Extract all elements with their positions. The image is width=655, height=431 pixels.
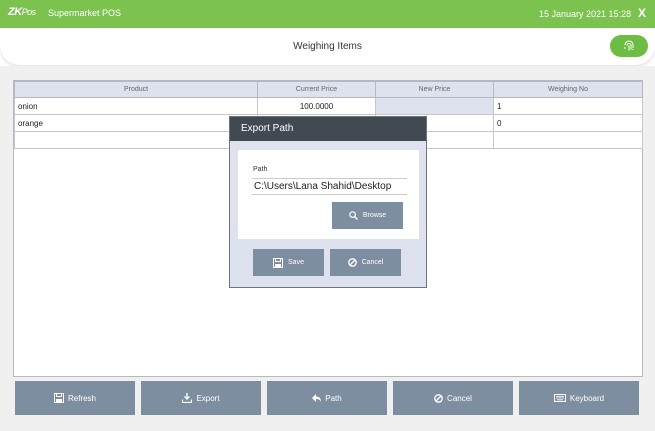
cell-weighing-no[interactable]: 0: [493, 114, 643, 132]
keyboard-button[interactable]: Keyboard: [519, 381, 639, 415]
table-header-row: Product Current Price New Price Weighing…: [14, 81, 643, 98]
title-bar: Weighing Items: [0, 28, 655, 65]
dialog-cancel-button[interactable]: Cancel: [330, 249, 401, 276]
dialog-title: Export Path: [230, 117, 426, 141]
cell-current-price[interactable]: 100.0000: [257, 97, 376, 115]
ban-icon: [347, 258, 357, 267]
path-input[interactable]: [252, 178, 407, 195]
keyboard-label: Keyboard: [569, 393, 605, 403]
browse-button[interactable]: Browse: [332, 202, 403, 229]
save-icon: [273, 257, 284, 268]
column-header-product[interactable]: Product: [14, 81, 258, 98]
cancel-button[interactable]: Cancel: [393, 381, 513, 415]
cell-new-price[interactable]: [375, 97, 494, 115]
dialog-panel: Path Browse: [238, 150, 419, 239]
dialog-cancel-label: Cancel: [361, 259, 384, 266]
column-header-current-price[interactable]: Current Price: [257, 81, 376, 98]
dialog-save-button[interactable]: Save: [253, 249, 324, 276]
path-field-label: Path: [253, 166, 268, 173]
cell-product[interactable]: onion: [14, 97, 258, 115]
fingerprint-icon: [624, 40, 634, 51]
ban-icon: [434, 393, 443, 403]
cell-product[interactable]: orange: [14, 114, 258, 132]
path-button[interactable]: Path: [267, 381, 387, 415]
top-bar: ZKPos Supermarket POS 15 January 2021 15…: [0, 0, 655, 28]
save-icon: [53, 393, 64, 403]
reply-arrow-icon: [312, 394, 322, 402]
cell-weighing-no[interactable]: [493, 131, 643, 149]
table-row[interactable]: onion 100.0000 1: [14, 97, 643, 115]
column-header-new-price[interactable]: New Price: [375, 81, 494, 98]
column-header-weighing-no[interactable]: Weighing No: [493, 81, 643, 98]
cell-product[interactable]: [14, 131, 258, 149]
export-button[interactable]: Export: [141, 381, 261, 415]
app-title: Supermarket POS: [48, 8, 122, 18]
keyboard-icon: [553, 394, 566, 402]
export-path-dialog: Export Path Path Browse Save Cancel: [229, 116, 427, 288]
path-label: Path: [325, 393, 342, 403]
browse-label: Browse: [362, 212, 387, 219]
refresh-button[interactable]: Refresh: [15, 381, 135, 415]
refresh-label: Refresh: [67, 393, 96, 403]
page-title: Weighing Items: [293, 41, 362, 52]
search-icon: [349, 211, 358, 220]
download-icon: [182, 393, 193, 403]
close-button[interactable]: X: [638, 6, 646, 20]
export-label: Export: [196, 393, 220, 403]
datetime: 15 January 2021 15:28: [539, 9, 632, 19]
cancel-label: Cancel: [447, 393, 472, 403]
app-logo: ZKPos: [8, 6, 36, 18]
cell-weighing-no[interactable]: 1: [493, 97, 643, 115]
dialog-save-label: Save: [288, 259, 304, 266]
settings-button[interactable]: [610, 35, 648, 57]
